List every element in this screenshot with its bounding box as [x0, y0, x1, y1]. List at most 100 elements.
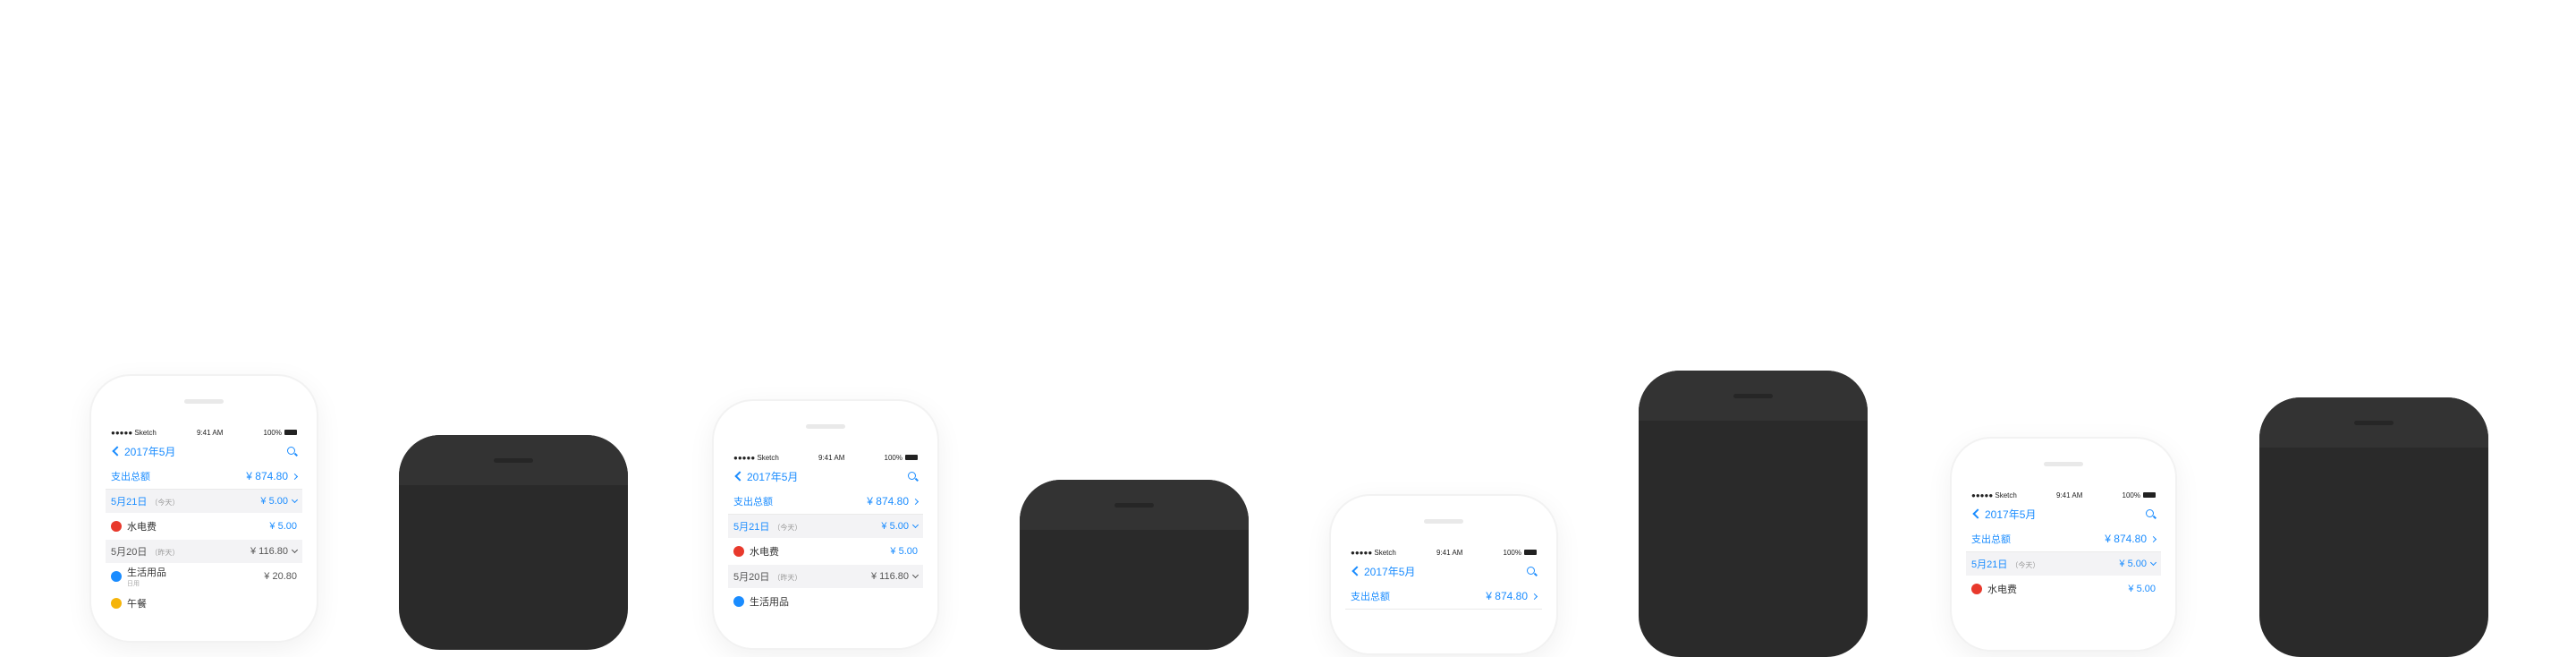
- list-item[interactable]: 生活用品 日用 ¥ 20.80: [106, 563, 302, 590]
- status-bar: ●●●●● Sketch 9:41 AM 100%: [106, 426, 302, 439]
- battery-status: 100%: [2123, 491, 2156, 499]
- phone-speaker: [2354, 421, 2394, 425]
- list-item[interactable]: 水电费 ¥ 5.00: [1966, 576, 2161, 602]
- phone-speaker: [806, 424, 845, 429]
- phone-speaker: [1733, 394, 1773, 398]
- search-icon[interactable]: [287, 446, 297, 456]
- day-date-label: 5月20日: [733, 572, 770, 583]
- day-header[interactable]: 5月21日 （今天） ¥ 5.00: [728, 515, 923, 538]
- chevron-down-icon: [291, 546, 299, 554]
- day-amount-value: ¥ 116.80: [250, 546, 288, 557]
- daily-goods-category-icon: [733, 596, 744, 607]
- clock: 9:41 AM: [197, 428, 224, 437]
- back-label: 2017年5月: [747, 470, 799, 483]
- battery-icon: [1523, 550, 1537, 555]
- total-amount: ¥ 874.80: [246, 470, 299, 482]
- phone-mockup-4: [1020, 480, 1249, 650]
- chevron-left-icon: [1352, 566, 1362, 576]
- list-item[interactable]: 生活用品: [728, 588, 923, 615]
- day-date: 5月21日 （今天）: [733, 519, 801, 533]
- day-amount-value: ¥ 5.00: [2119, 559, 2147, 569]
- clock: 9:41 AM: [2056, 491, 2083, 499]
- list-item[interactable]: 水电费 ¥ 5.00: [106, 513, 302, 540]
- item-amount: ¥ 5.00: [2128, 584, 2156, 594]
- phone-mockup-1: ●●●●● Sketch 9:41 AM 100% 2017年5月 支出总额 ¥…: [89, 374, 318, 643]
- day-date: 5月21日 （今天）: [111, 494, 179, 508]
- phone-mockup-7: ●●●●● Sketch 9:41 AM 100% 2017年5月 支出总额 ¥…: [1950, 437, 2177, 652]
- total-row[interactable]: 支出总额 ¥ 874.80: [1345, 584, 1542, 610]
- day-amount: ¥ 116.80: [250, 546, 299, 557]
- status-bar: ●●●●● Sketch 9:41 AM 100%: [1345, 546, 1542, 559]
- back-button[interactable]: 2017年5月: [1351, 564, 1415, 579]
- chevron-right-icon: [911, 498, 919, 506]
- back-button[interactable]: 2017年5月: [111, 444, 175, 459]
- utilities-category-icon: [111, 521, 122, 532]
- phone-mockup-5: ●●●●● Sketch 9:41 AM 100% 2017年5月 支出总额 ¥…: [1329, 494, 1558, 655]
- total-amount: ¥ 874.80: [1486, 590, 1538, 602]
- back-button[interactable]: 2017年5月: [733, 469, 798, 484]
- carrier-label: ●●●●● Sketch: [1971, 491, 2017, 499]
- battery-icon: [284, 430, 297, 435]
- utilities-category-icon: [733, 546, 744, 557]
- chevron-right-icon: [2149, 535, 2157, 543]
- battery-status: 100%: [1504, 549, 1537, 557]
- item-left: 生活用品 日用: [111, 565, 166, 588]
- day-header[interactable]: 5月20日 （昨天） ¥ 116.80: [106, 540, 302, 563]
- total-row[interactable]: 支出总额 ¥ 874.80: [1966, 526, 2161, 552]
- day-amount: ¥ 5.00: [2119, 559, 2157, 569]
- day-header[interactable]: 5月21日 （今天） ¥ 5.00: [1966, 552, 2161, 576]
- list-item[interactable]: 午餐: [106, 590, 302, 617]
- day-tag: （今天）: [2011, 561, 2040, 569]
- carrier-label: ●●●●● Sketch: [733, 453, 779, 462]
- day-date-label: 5月21日: [733, 522, 770, 533]
- total-row[interactable]: 支出总额 ¥ 874.80: [106, 464, 302, 490]
- list-item[interactable]: 水电费 ¥ 5.00: [728, 538, 923, 565]
- search-icon[interactable]: [908, 471, 918, 482]
- day-tag: （今天）: [773, 524, 802, 532]
- status-bar: ●●●●● Sketch 9:41 AM 100%: [728, 451, 923, 464]
- battery-status: 100%: [885, 454, 918, 462]
- item-left: 生活用品: [733, 594, 789, 609]
- daily-goods-category-icon: [111, 571, 122, 582]
- back-label: 2017年5月: [1985, 508, 2037, 521]
- day-amount: ¥ 5.00: [881, 521, 919, 532]
- battery-percent: 100%: [884, 453, 902, 462]
- phone-speaker: [184, 399, 224, 404]
- item-left: 水电费: [1971, 582, 2017, 596]
- clock: 9:41 AM: [1436, 548, 1463, 557]
- app-screen: ●●●●● Sketch 9:41 AM 100% 2017年5月 支出总额 ¥…: [1345, 546, 1542, 653]
- day-tag: （昨天）: [150, 549, 180, 557]
- status-bar: ●●●●● Sketch 9:41 AM 100%: [1966, 489, 2161, 501]
- carrier-label: ●●●●● Sketch: [111, 428, 157, 437]
- day-header[interactable]: 5月21日 （今天） ¥ 5.00: [106, 490, 302, 513]
- phone-mockup-3: ●●●●● Sketch 9:41 AM 100% 2017年5月 支出总额 ¥…: [712, 399, 939, 650]
- item-name: 生活用品: [127, 567, 166, 578]
- phone-speaker: [1114, 503, 1154, 508]
- total-label: 支出总额: [1971, 534, 2011, 545]
- back-button[interactable]: 2017年5月: [1971, 507, 2036, 522]
- clock: 9:41 AM: [818, 453, 845, 462]
- total-row[interactable]: 支出总额 ¥ 874.80: [728, 489, 923, 515]
- nav-bar: 2017年5月: [106, 439, 302, 464]
- app-screen: ●●●●● Sketch 9:41 AM 100% 2017年5月 支出总额 ¥…: [728, 451, 923, 648]
- item-left: 水电费: [111, 519, 157, 533]
- item-texts: 生活用品 日用: [127, 565, 166, 588]
- day-amount-value: ¥ 5.00: [260, 496, 288, 507]
- carrier-label: ●●●●● Sketch: [1351, 548, 1396, 557]
- total-label: 支出总额: [733, 497, 773, 508]
- nav-bar: 2017年5月: [728, 464, 923, 489]
- total-amount-value: ¥ 874.80: [867, 495, 909, 508]
- app-screen: ●●●●● Sketch 9:41 AM 100% 2017年5月 支出总额 ¥…: [1966, 489, 2161, 650]
- search-icon[interactable]: [2146, 508, 2156, 519]
- phone-mockup-8: [2259, 397, 2488, 657]
- chevron-down-icon: [2149, 559, 2157, 567]
- day-amount-value: ¥ 116.80: [870, 571, 909, 582]
- utilities-category-icon: [1971, 584, 1982, 594]
- day-header[interactable]: 5月20日 （昨天） ¥ 116.80: [728, 565, 923, 588]
- app-screen: ●●●●● Sketch 9:41 AM 100% 2017年5月 支出总额 ¥…: [106, 426, 302, 641]
- item-amount: ¥ 20.80: [264, 571, 297, 582]
- battery-percent: 100%: [2122, 491, 2140, 499]
- battery-icon: [2142, 492, 2156, 498]
- search-icon[interactable]: [1527, 566, 1537, 576]
- item-name: 水电费: [127, 522, 157, 533]
